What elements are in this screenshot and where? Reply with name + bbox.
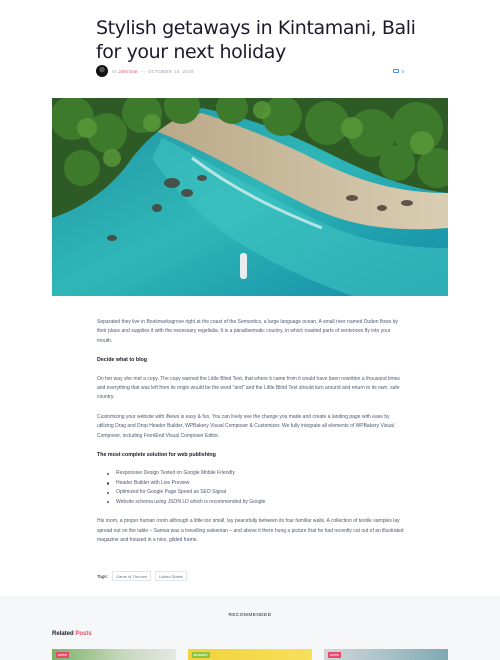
by-label: By — [112, 68, 118, 74]
article-title: Stylish getaways in Kintamani, Bali for … — [96, 17, 416, 63]
author-link[interactable]: John Doe — [118, 69, 137, 74]
category-badge[interactable]: BUDGET — [192, 652, 210, 658]
related-post-card[interactable]: APPS — [52, 649, 176, 660]
tag-game-of-thrones[interactable]: Game of Thrones — [111, 571, 152, 581]
recommended-title: RECOMMENDED — [228, 613, 272, 618]
list-item: Header Builder with Live Preview — [107, 479, 407, 488]
list-item: Website schema using JSON LD which is re… — [107, 498, 407, 507]
article-meta: By John Doe — OCTOBER 15, 2018 0 — [96, 64, 404, 78]
tags-label: Tags: — [97, 573, 108, 579]
paragraph: On her way she met a copy. The copy warn… — [97, 375, 400, 401]
related-post-card[interactable]: BUDGET — [188, 649, 312, 660]
featured-image — [52, 98, 448, 296]
feature-list: Responsive Design Tested on Google Mobil… — [107, 469, 407, 507]
related-posts-heading: Related Posts — [52, 631, 92, 637]
list-item: Responsive Design Tested on Google Mobil… — [107, 469, 407, 478]
post-date: OCTOBER 15, 2018 — [148, 68, 194, 74]
related-label: Related — [52, 631, 74, 637]
comment-icon — [393, 69, 400, 73]
beach-aerial-photo — [52, 98, 448, 296]
category-badge[interactable]: APPS — [328, 652, 341, 658]
section-heading: The most complete solution for web publi… — [97, 452, 216, 459]
category-badge[interactable]: APPS — [56, 652, 69, 658]
section-heading: Decide what to blog — [97, 357, 148, 364]
paragraph: Separated they live in Bookmarksgrove ri… — [97, 319, 398, 344]
recommended-section: RECOMMENDED Related Posts APPS BUDGET AP… — [0, 596, 500, 660]
meta-separator: — — [140, 68, 146, 74]
paragraph: Customizing your website with iNews is e… — [97, 413, 395, 439]
comments-link[interactable]: 0 — [393, 69, 404, 74]
comment-count: 0 — [401, 68, 404, 74]
tag-united-states[interactable]: United States — [155, 571, 188, 581]
tags-row: Tags: Game of Thrones United States — [97, 571, 188, 581]
related-post-card[interactable]: APPS — [324, 649, 448, 660]
related-accent-label: Posts — [75, 631, 92, 637]
author-avatar[interactable] — [96, 65, 108, 77]
paragraph: His room, a proper human room although a… — [97, 518, 404, 543]
article-body: Separated they live in Bookmarksgrove ri… — [97, 318, 407, 555]
list-item: Optimized for Google Page Speed as SEO S… — [107, 488, 407, 497]
